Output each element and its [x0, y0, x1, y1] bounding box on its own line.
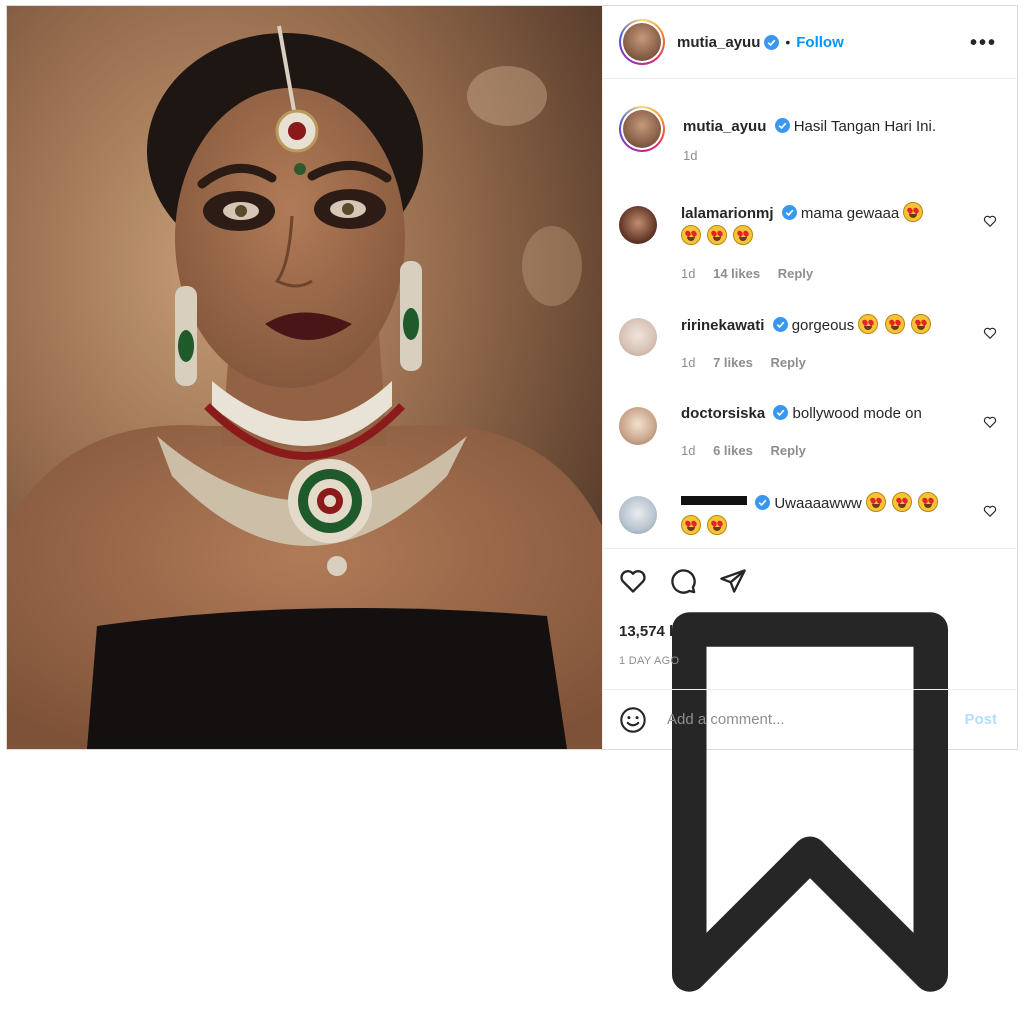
heart-eyes-emoji	[918, 492, 939, 512]
heart-eyes-emoji	[681, 225, 701, 245]
comment-item: Uwaaaawww	[603, 492, 1017, 538]
heart-eyes-emoji	[903, 202, 924, 222]
comment-username[interactable]: lalamarionmj	[681, 205, 774, 222]
comment-item: lalamarionmj mama gewaaa 1d 14 likes Rep…	[603, 202, 1017, 281]
smiley-icon[interactable]	[619, 706, 647, 734]
heart-icon[interactable]	[619, 567, 647, 595]
caption-avatar-image	[623, 110, 661, 148]
caption-username[interactable]: mutia_ayuu	[683, 118, 766, 135]
instagram-post: mutia_ayuu • Follow ••• mutia_ayuu Hasil…	[6, 5, 1018, 992]
author-avatar[interactable]	[619, 19, 665, 65]
comment-time: 1d	[681, 266, 696, 281]
caption-avatar[interactable]	[619, 106, 665, 152]
heart-eyes-emoji	[866, 492, 887, 512]
heart-eyes-emoji	[910, 314, 931, 334]
heart-eyes-emoji	[733, 225, 754, 245]
like-comment-heart-icon[interactable]	[983, 504, 997, 518]
post-timestamp[interactable]: 1 DAY AGO	[619, 655, 679, 667]
comment-username[interactable]: doctorsiska	[681, 405, 765, 422]
comments-list[interactable]: mutia_ayuu Hasil Tangan Hari Ini. 1d lal…	[603, 80, 1017, 546]
caption-time: 1d	[683, 148, 698, 163]
verified-badge-icon	[774, 118, 790, 133]
comment-text: Uwaaaawww	[774, 495, 862, 512]
post-actions: 13,574 likes 1 DAY AGO	[603, 548, 1017, 992]
follow-button[interactable]: Follow	[796, 34, 844, 51]
heart-eyes-emoji	[884, 314, 905, 334]
author-avatar-image	[623, 23, 661, 61]
commenter-avatar[interactable]	[619, 496, 657, 534]
like-comment-heart-icon[interactable]	[983, 415, 997, 429]
reply-button[interactable]: Reply	[778, 266, 813, 281]
like-comment-heart-icon[interactable]	[983, 326, 997, 340]
heart-eyes-emoji	[707, 225, 728, 245]
comment-text: bollywood mode on	[792, 405, 922, 422]
caption-text: Hasil Tangan Hari Ini.	[793, 118, 936, 135]
comment-likes[interactable]: 6 likes	[713, 443, 753, 458]
post-side-panel: mutia_ayuu • Follow ••• mutia_ayuu Hasil…	[602, 6, 1017, 992]
heart-eyes-emoji	[681, 515, 701, 535]
comment-text: mama gewaaa	[800, 205, 900, 222]
verified-badge-icon	[772, 317, 788, 332]
verified-badge-icon	[764, 34, 780, 50]
comment-username[interactable]: ririnekawati	[681, 317, 764, 334]
like-comment-heart-icon[interactable]	[983, 214, 997, 228]
more-options-icon[interactable]: •••	[970, 32, 997, 55]
comment-input[interactable]	[667, 711, 937, 728]
heart-eyes-emoji	[892, 492, 913, 512]
censored-username	[681, 496, 747, 505]
commenter-avatar[interactable]	[619, 407, 657, 445]
post-comment-button[interactable]: Post	[964, 711, 997, 728]
comment-likes[interactable]: 7 likes	[713, 355, 753, 370]
reply-button[interactable]: Reply	[770, 443, 805, 458]
portrait-illustration	[7, 6, 602, 749]
verified-badge-icon	[773, 405, 789, 420]
comment-text: gorgeous	[791, 317, 855, 334]
verified-badge-icon	[781, 205, 797, 220]
post-header: mutia_ayuu • Follow •••	[603, 6, 1017, 79]
likes-count[interactable]: 13,574 likes	[619, 623, 702, 640]
paper-plane-icon[interactable]	[719, 567, 747, 595]
commenter-avatar[interactable]	[619, 318, 657, 356]
header-separator: •	[785, 34, 791, 50]
comment-item: ririnekawati gorgeous 1d 7 likes Reply	[603, 314, 1017, 370]
comment-time: 1d	[681, 355, 696, 370]
comment-icon[interactable]	[669, 567, 697, 595]
post-photo[interactable]	[7, 6, 602, 749]
reply-button[interactable]: Reply	[770, 355, 805, 370]
comment-item: doctorsiska bollywood mode on 1d 6 likes…	[603, 403, 1017, 458]
verified-badge-icon	[755, 495, 771, 510]
commenter-avatar[interactable]	[619, 206, 657, 244]
author-username[interactable]: mutia_ayuu	[677, 34, 760, 51]
post-caption: mutia_ayuu Hasil Tangan Hari Ini. 1d	[603, 80, 1017, 163]
heart-eyes-emoji	[707, 515, 728, 535]
comment-likes[interactable]: 14 likes	[713, 266, 760, 281]
heart-eyes-emoji	[858, 314, 879, 334]
comment-composer: Post	[603, 689, 1017, 749]
comment-time: 1d	[681, 443, 696, 458]
